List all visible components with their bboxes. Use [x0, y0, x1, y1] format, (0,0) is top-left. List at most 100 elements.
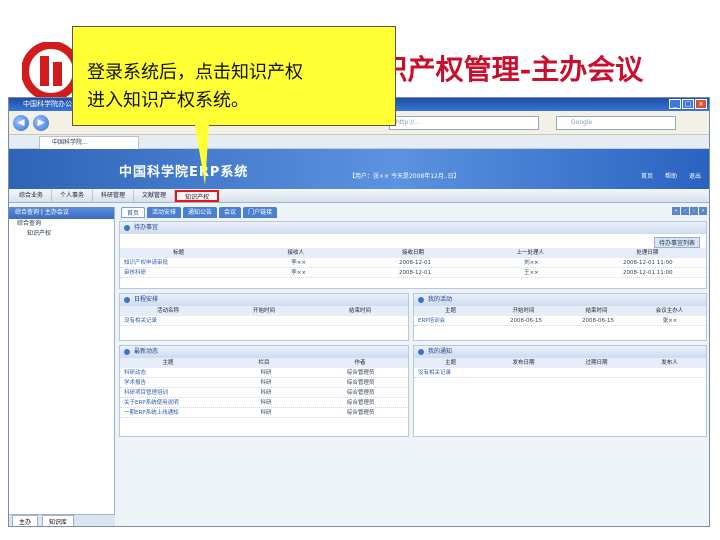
schedule-panel-title: 日程安排: [120, 294, 408, 306]
table-row[interactable]: 知识产权申请审批 李×× 2008-12-01 刘×× 2008-12-01 1…: [120, 258, 706, 268]
table-row[interactable]: 科研动态 科研 综合管理员: [120, 368, 408, 378]
table-cell[interactable]: 审核科研: [120, 268, 240, 277]
table-cell: 科研: [260, 390, 272, 396]
sidebar-footer-host[interactable]: 主办: [12, 515, 39, 526]
prev-page-icon[interactable]: ‹: [681, 207, 689, 215]
help-link[interactable]: 帮助: [665, 171, 677, 180]
callout-text: 登录系统后，点击知识产权 进入知识产权系统。: [87, 62, 303, 111]
app-title: 中国科学院ERP系统: [119, 165, 249, 180]
notices-panel-title: 我的通知: [414, 346, 706, 358]
table-cell: 综合管理员: [346, 390, 375, 396]
column-header: 发布日期: [512, 360, 535, 366]
news-panel-title: 最新动态: [120, 346, 408, 358]
activities-panel: 我的活动 主题 开始时间 结束时间 会议主办人 ERP培训会 2008-06-1…: [413, 293, 707, 341]
last-page-icon[interactable]: »: [699, 207, 707, 215]
news-header-row: 主题 栏目 作者: [120, 358, 408, 368]
table-cell[interactable]: ERP培训会: [414, 316, 490, 325]
table-cell: 科研: [260, 370, 272, 376]
user-info: 【用户：张×× 今天是2008年12月..日】: [349, 173, 460, 180]
table-cell: [490, 368, 562, 377]
module-tab-research[interactable]: 科研管理: [93, 189, 135, 202]
main-content: 首页 活动安排 通知公告 会议 门户链接 « ‹ › » 待办事宜 待办事宜列表…: [119, 207, 709, 526]
search-input[interactable]: Google: [556, 116, 676, 130]
tree-item-ip[interactable]: 知识产权: [9, 229, 114, 239]
module-nav: 综合业务 个人事务 科研管理 文献管理 知识产权: [9, 189, 709, 203]
activities-header-row: 主题 开始时间 结束时间 会议主办人: [414, 306, 706, 316]
first-page-icon[interactable]: «: [672, 207, 680, 215]
table-cell[interactable]: 科研项目管理培训: [120, 388, 219, 397]
next-page-icon[interactable]: ›: [690, 207, 698, 215]
tab-meetings[interactable]: 会议: [219, 207, 242, 218]
column-header: 会议主办人: [655, 308, 684, 314]
tab-home[interactable]: 首页: [121, 207, 146, 218]
schedule-header-row: 活动名称 开始时间 结束时间: [120, 306, 408, 316]
column-header: 活动名称: [156, 308, 179, 314]
table-cell: 2008-06-15: [582, 318, 614, 324]
table-row: 没有相关记录: [414, 368, 706, 378]
table-cell: 2008-12-01: [399, 270, 431, 276]
column-header: 结束时间: [348, 308, 371, 314]
table-cell[interactable]: 知识产权申请审批: [120, 258, 240, 267]
table-cell: [562, 368, 634, 377]
table-row[interactable]: 学术报告 科研 综合管理员: [120, 378, 408, 388]
sub-tabs: 首页 活动安排 通知公告 会议 门户链接: [119, 207, 709, 219]
table-cell: 张××: [662, 318, 678, 324]
table-cell: 刘××: [524, 260, 539, 266]
forward-icon[interactable]: ▶: [33, 115, 49, 131]
table-cell: 没有相关记录: [124, 318, 158, 324]
table-cell: 综合管理员: [346, 380, 375, 386]
close-icon[interactable]: ×: [695, 99, 707, 109]
table-cell[interactable]: 一期ERP系统上线通知: [120, 408, 219, 417]
table-row: 没有相关记录: [120, 316, 408, 326]
column-header: 作者: [354, 360, 366, 366]
table-cell: 没有相关记录: [418, 370, 452, 376]
todo-panel-title: 待办事宜: [120, 222, 706, 234]
tree-item-general[interactable]: 综合查询: [9, 219, 114, 229]
table-cell: 综合管理员: [346, 410, 375, 416]
tab-notices[interactable]: 通知公告: [183, 207, 218, 218]
column-header: 上一处理人: [516, 250, 544, 256]
column-header: 主题: [162, 360, 174, 366]
browser-window: 中国科学院办公自 _ □ × ◀ ▶ http://... Google 中国科…: [8, 97, 710, 527]
table-row[interactable]: 关于ERP系统使用说明 科研 综合管理员: [120, 398, 408, 408]
table-cell: 王××: [524, 270, 539, 276]
table-cell[interactable]: 科研动态: [120, 368, 219, 377]
table-row[interactable]: ERP培训会 2008-06-15 2008-06-15 张××: [414, 316, 706, 326]
table-cell[interactable]: 学术报告: [120, 378, 219, 387]
back-icon[interactable]: ◀: [13, 115, 29, 131]
table-cell: 2008-12-01 11:00: [623, 260, 673, 266]
news-panel: 最新动态 主题 栏目 作者 科研动态 科研 综合管理员 学术报告 科研 综合管理…: [119, 345, 409, 437]
maximize-icon[interactable]: □: [682, 99, 694, 109]
todo-more-button[interactable]: 待办事宜列表: [653, 237, 700, 248]
browser-tab[interactable]: 中国科学院...: [39, 136, 139, 149]
sidebar-header: 综合查询 | 主办会议: [9, 207, 114, 219]
tab-portal[interactable]: 门户链接: [243, 207, 278, 218]
tab-activities[interactable]: 活动安排: [147, 207, 182, 218]
module-tab-personal[interactable]: 个人事务: [52, 189, 94, 202]
address-bar[interactable]: http://...: [389, 116, 539, 130]
column-header: 结束时间: [585, 308, 608, 314]
minimize-icon[interactable]: _: [669, 99, 681, 109]
home-link[interactable]: 首页: [641, 171, 653, 180]
table-row[interactable]: 科研项目管理培训 科研 综合管理员: [120, 388, 408, 398]
column-header: 开始时间: [252, 308, 275, 314]
column-header: 主题: [444, 308, 456, 314]
table-row[interactable]: 一期ERP系统上线通知 科研 综合管理员: [120, 408, 408, 418]
module-tab-general[interactable]: 综合业务: [11, 189, 53, 202]
table-cell: 2008-12-01: [399, 260, 431, 266]
table-cell: 2008-06-15: [510, 318, 542, 324]
column-header: 发布人: [661, 360, 678, 366]
table-cell[interactable]: 关于ERP系统使用说明: [120, 398, 219, 407]
table-cell: 2008-12-01 11:00: [623, 270, 673, 276]
module-tab-ip[interactable]: 知识产权: [175, 189, 220, 202]
column-header: 处理日期: [636, 250, 659, 256]
table-row[interactable]: 审核科研 李×× 2008-12-01 王×× 2008-12-01 11:00: [120, 268, 706, 278]
logout-link[interactable]: 退出: [689, 171, 701, 180]
todo-header-row: 标题 接收人 接收日期 上一处理人 处理日期: [120, 248, 706, 258]
module-tab-literature[interactable]: 文献管理: [134, 189, 176, 202]
table-cell: 科研: [260, 400, 272, 406]
table-cell: 李××: [291, 260, 306, 266]
table-cell: 科研: [260, 380, 272, 386]
app-banner: 中国科学院ERP系统 【用户：张×× 今天是2008年12月..日】 首页 帮助…: [9, 149, 709, 189]
sidebar-footer-kb[interactable]: 知识库: [42, 515, 75, 526]
